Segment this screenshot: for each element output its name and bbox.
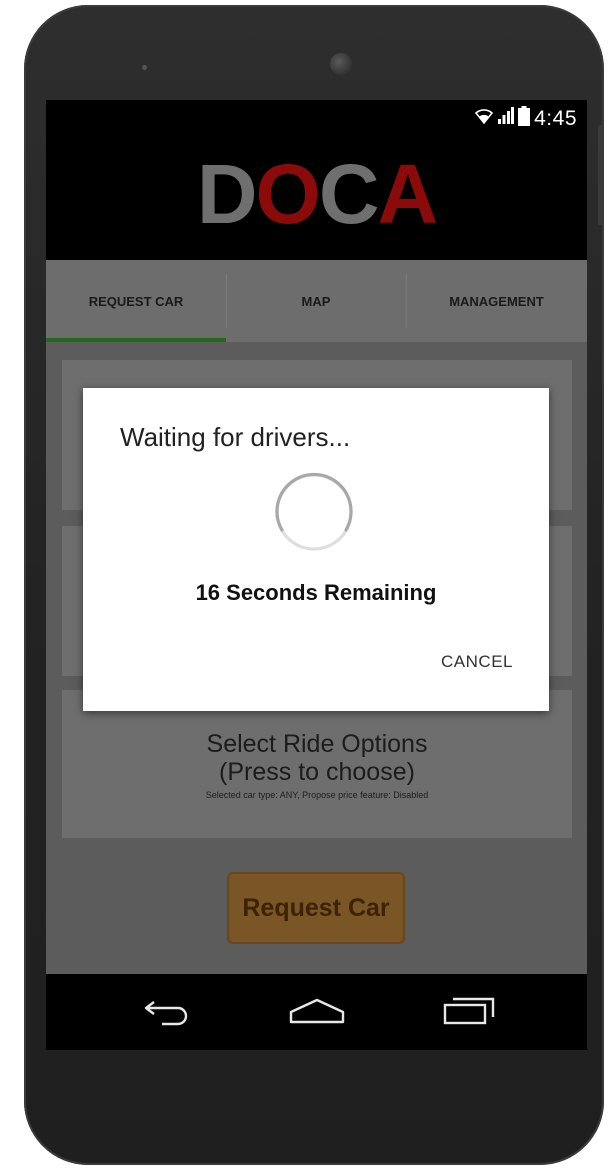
logo-letter-a: A: [377, 147, 439, 241]
tab-management[interactable]: MANAGEMENT: [406, 260, 587, 342]
status-time: 4:45: [534, 106, 577, 130]
front-camera: [330, 53, 352, 75]
cancel-button-label[interactable]: CANCEL: [441, 652, 513, 672]
waiting-dialog: Waiting for drivers... 16 Seconds Remain…: [83, 388, 549, 711]
seconds-remaining: 16 Seconds Remaining: [195, 580, 437, 605]
request-car-label: Request Car: [242, 893, 390, 922]
loading-spinner-icon: [272, 470, 356, 554]
phone-side-button: [598, 125, 604, 225]
home-icon[interactable]: [288, 996, 346, 1031]
ride-options-subtitle: (Press to choose): [219, 758, 415, 786]
battery-icon: [518, 106, 531, 131]
status-icons: 4:45: [474, 106, 577, 131]
tab-label: REQUEST CAR: [88, 293, 184, 309]
back-icon[interactable]: [142, 996, 192, 1031]
navigation-bar: [46, 974, 587, 1050]
tab-map[interactable]: MAP: [226, 260, 406, 342]
logo-letter-o: O: [255, 147, 320, 241]
app-logo: DOCA: [46, 152, 587, 236]
logo-letter-d: D: [196, 147, 258, 241]
request-car-button[interactable]: Request Car: [227, 872, 405, 944]
wifi-icon: [474, 107, 494, 130]
signal-icon: [498, 107, 515, 130]
status-bar: 4:45: [46, 100, 587, 136]
tab-label: MAP: [301, 293, 331, 309]
logo-letter-c: C: [318, 147, 380, 241]
tab-request-car[interactable]: REQUEST CAR: [46, 260, 226, 342]
phone-sensor: [142, 65, 147, 70]
tab-bar: REQUEST CAR MAP MANAGEMENT: [46, 260, 587, 342]
ride-options-details: Selected car type: ANY, Propose price fe…: [205, 790, 429, 800]
recent-apps-icon[interactable]: [442, 996, 496, 1031]
tab-label: MANAGEMENT: [449, 293, 544, 309]
dialog-title: Waiting for drivers...: [120, 422, 351, 452]
ride-options-card[interactable]: Select Ride Options (Press to choose) Se…: [62, 690, 572, 838]
ride-options-title: Select Ride Options: [206, 730, 428, 758]
